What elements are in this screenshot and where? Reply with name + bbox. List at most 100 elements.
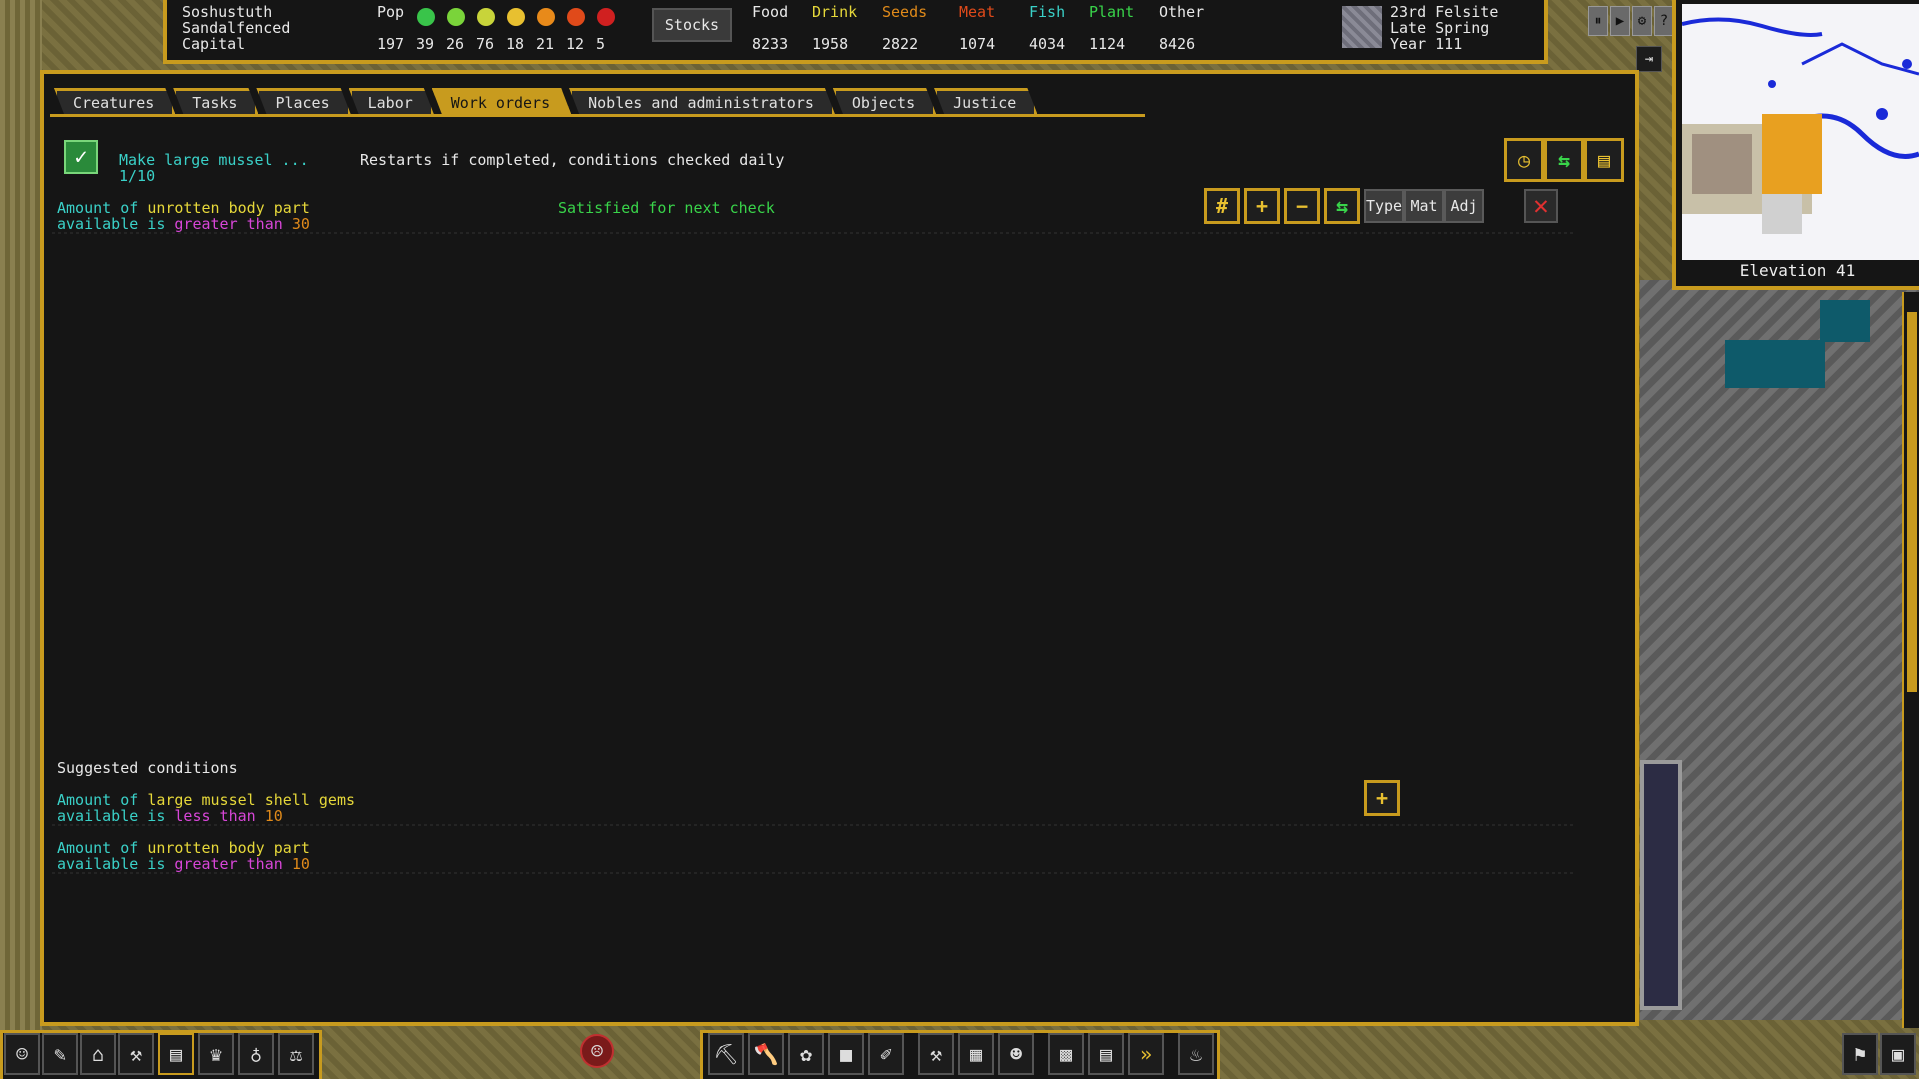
add-suggested-button[interactable]: + (1364, 780, 1400, 816)
chop-icon[interactable]: 🪓 (748, 1033, 784, 1075)
smooth-icon[interactable]: ■ (828, 1033, 864, 1075)
suggested-1-line-2[interactable]: available is less than 10 (57, 808, 283, 824)
stock-label[interactable]: Fish (1029, 4, 1065, 20)
order-details-icon[interactable]: ▤ (1584, 138, 1624, 182)
justice-icon[interactable]: ⚖ (278, 1033, 314, 1075)
tab-objects[interactable]: Objects (833, 88, 936, 114)
condition-line-2[interactable]: available is greater than 30 (57, 216, 310, 232)
play-button[interactable]: ▶ (1610, 6, 1630, 36)
stock-value: 1124 (1089, 35, 1126, 53)
hauling-icon[interactable]: ♨ (1178, 1033, 1214, 1075)
stock-label[interactable]: Food (752, 4, 788, 20)
fortress-type: Capital (182, 35, 246, 53)
suggested-2-line-2[interactable]: available is greater than 10 (57, 856, 310, 872)
citizens-icon[interactable]: ☺ (4, 1033, 40, 1075)
workshop-icon[interactable]: ▦ (958, 1033, 994, 1075)
suggested-available-label: available is (57, 855, 175, 873)
increase-button[interactable]: + (1244, 188, 1280, 224)
mood-count: 5 (596, 35, 606, 53)
stockpile-icon[interactable]: ▤ (1088, 1033, 1124, 1075)
suggested-value: 10 (291, 855, 310, 873)
stock-label[interactable]: Seeds (882, 4, 927, 20)
row-divider (52, 824, 1575, 826)
mood-face-icon[interactable] (537, 8, 555, 26)
mood-face-icon[interactable] (417, 8, 435, 26)
stock-value: 8426 (1159, 35, 1196, 53)
tab-justice[interactable]: Justice (934, 88, 1037, 114)
labor-icon[interactable]: ⚒ (118, 1033, 154, 1075)
minimap[interactable]: Elevation 41 (1672, 0, 1919, 290)
alert-icon[interactable]: ☹ (580, 1034, 614, 1068)
work-orders-icon[interactable]: ▤ (158, 1033, 194, 1075)
mood-face-icon[interactable] (477, 8, 495, 26)
clock-icon[interactable]: ◷ (1504, 138, 1544, 182)
scroll-thumb[interactable] (1907, 312, 1917, 692)
tab-places[interactable]: Places (256, 88, 350, 114)
more-icon[interactable]: » (1128, 1033, 1164, 1075)
stock-label[interactable]: Drink (812, 4, 857, 20)
conditions-icon[interactable]: ⇆ (1544, 138, 1584, 182)
tab-labor[interactable]: Labor (349, 88, 434, 114)
zones-icon[interactable]: ▩ (1048, 1033, 1084, 1075)
suggested-2-line-1[interactable]: Amount of unrotten body part (57, 840, 310, 856)
nobles-icon[interactable]: ♛ (198, 1033, 234, 1075)
map-scrollbar[interactable] (1902, 292, 1919, 1028)
places-icon[interactable]: ⌂ (80, 1033, 116, 1075)
condition-status: Satisfied for next check (558, 199, 775, 217)
pop-label: Pop (377, 3, 405, 21)
stock-label[interactable]: Plant (1089, 4, 1134, 20)
stock-label[interactable]: Meat (959, 4, 995, 20)
stocks-button[interactable]: Stocks (652, 8, 732, 42)
tasks-icon[interactable]: ✎ (42, 1033, 78, 1075)
squads-icon[interactable]: ☻ (998, 1033, 1034, 1075)
mood-face-icon[interactable] (507, 8, 525, 26)
map-marker-icon[interactable]: ⚑ (1842, 1033, 1878, 1075)
order-checkbox-icon[interactable]: ✓ (64, 140, 98, 174)
stock-value: 1074 (959, 35, 996, 53)
mood-face-icon[interactable] (447, 8, 465, 26)
tab-creatures[interactable]: Creatures (54, 88, 175, 114)
fortress-translation: Sandalfenced (182, 19, 291, 37)
material-button[interactable]: Mat (1404, 189, 1444, 223)
legends-icon[interactable]: ▣ (1880, 1033, 1916, 1075)
compare-icon[interactable]: ⇆ (1324, 188, 1360, 224)
work-orders-panel: Creatures Tasks Places Labor Work orders Nobl… (40, 70, 1639, 1026)
mood-face-icon[interactable] (567, 8, 585, 26)
tab-tasks[interactable]: Tasks (173, 88, 258, 114)
stock-value: 1958 (812, 35, 849, 53)
pause-button[interactable]: ⏸ (1588, 6, 1608, 36)
suggested-value: 10 (264, 807, 283, 825)
stock-label[interactable]: Other (1159, 4, 1204, 20)
suggested-1-line-1[interactable]: Amount of large mussel shell gems (57, 792, 355, 808)
mood-face-icon[interactable] (597, 8, 615, 26)
stock-value: 4034 (1029, 35, 1066, 53)
tab-work-orders[interactable]: Work orders (432, 88, 571, 114)
mood-count: 26 (446, 35, 465, 53)
row-divider (52, 872, 1575, 874)
set-number-button[interactable]: # (1204, 188, 1240, 224)
gather-icon[interactable]: ✿ (788, 1033, 824, 1075)
dig-icon[interactable]: ⛏ (708, 1033, 744, 1075)
tab-nobles-and-administrators[interactable]: Nobles and administrators (569, 88, 835, 114)
condition-line-1[interactable]: Amount of unrotten body part (57, 200, 310, 216)
order-name[interactable]: Make large mussel ... (119, 152, 309, 168)
elevation-label: Elevation 41 (1739, 261, 1856, 280)
help-button[interactable]: ? (1654, 6, 1674, 36)
collapse-icon[interactable]: ⇥ (1636, 46, 1662, 72)
suggested-available-label: available is (57, 807, 175, 825)
objects-icon[interactable]: ♁ (238, 1033, 274, 1075)
remove-condition-button[interactable]: ✕ (1524, 189, 1558, 223)
mood-count: 12 (566, 35, 585, 53)
settings-button[interactable]: ⚙ (1632, 6, 1652, 36)
order-progress: 1/10 (119, 167, 156, 185)
adjective-button[interactable]: Adj (1444, 189, 1484, 223)
stock-value: 2822 (882, 35, 919, 53)
top-status-bar: Soshustuth Sandalfenced Capital Pop 197 … (163, 0, 1548, 64)
erase-icon[interactable]: ✐ (868, 1033, 904, 1075)
type-button[interactable]: Type (1364, 189, 1404, 223)
decrease-button[interactable]: − (1284, 188, 1320, 224)
mood-count: 21 (536, 35, 555, 53)
build-icon[interactable]: ⚒ (918, 1033, 954, 1075)
minimap-canvas[interactable] (1682, 4, 1919, 260)
date-year: Year 111 (1390, 35, 1463, 53)
